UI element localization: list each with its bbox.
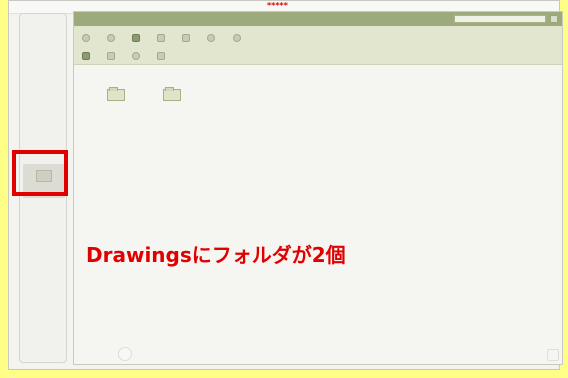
folder-item[interactable] — [148, 87, 196, 104]
gear-icon — [232, 33, 241, 42]
more-button[interactable] — [157, 50, 167, 62]
refresh-icon — [207, 33, 216, 42]
status-icon — [118, 347, 132, 361]
folder-icon — [132, 33, 141, 42]
upload-button[interactable] — [82, 50, 92, 62]
download-icon — [132, 51, 141, 60]
new-folder-button[interactable] — [132, 32, 142, 44]
view-icon — [182, 33, 191, 42]
view-button[interactable] — [182, 32, 192, 44]
share-icon — [107, 51, 116, 60]
content-area — [74, 65, 562, 364]
back-icon — [82, 33, 90, 42]
annotation-text: Drawingsにフォルダが2個 — [86, 243, 346, 267]
back-button[interactable] — [82, 32, 92, 44]
folder-icon — [163, 87, 181, 101]
more-icon — [157, 51, 166, 60]
toolbar-row-1 — [82, 32, 253, 44]
app-frame: ***** — [8, 0, 563, 370]
folder-icon — [107, 87, 125, 101]
toolbar — [74, 26, 562, 65]
highlight-box — [12, 150, 68, 196]
search-icon[interactable] — [550, 15, 558, 23]
screen: ***** Drawingsにフォルダが2個 — [0, 0, 568, 378]
delete-icon — [157, 33, 166, 42]
share-button[interactable] — [107, 50, 117, 62]
download-button[interactable] — [132, 50, 142, 62]
forward-icon — [107, 33, 116, 42]
window-titlebar — [74, 12, 562, 26]
refresh-button[interactable] — [207, 32, 217, 44]
top-nav — [309, 3, 333, 9]
forward-button[interactable] — [107, 32, 117, 44]
drawing-window — [73, 11, 563, 365]
upload-icon — [82, 51, 90, 60]
delete-button[interactable] — [157, 32, 167, 44]
settings-button[interactable] — [232, 32, 243, 44]
rating-stars: ***** — [267, 1, 288, 10]
search-input[interactable] — [454, 15, 546, 23]
scroll-corner — [547, 349, 559, 361]
toolbar-row-2 — [82, 50, 177, 62]
folder-item[interactable] — [92, 87, 140, 104]
